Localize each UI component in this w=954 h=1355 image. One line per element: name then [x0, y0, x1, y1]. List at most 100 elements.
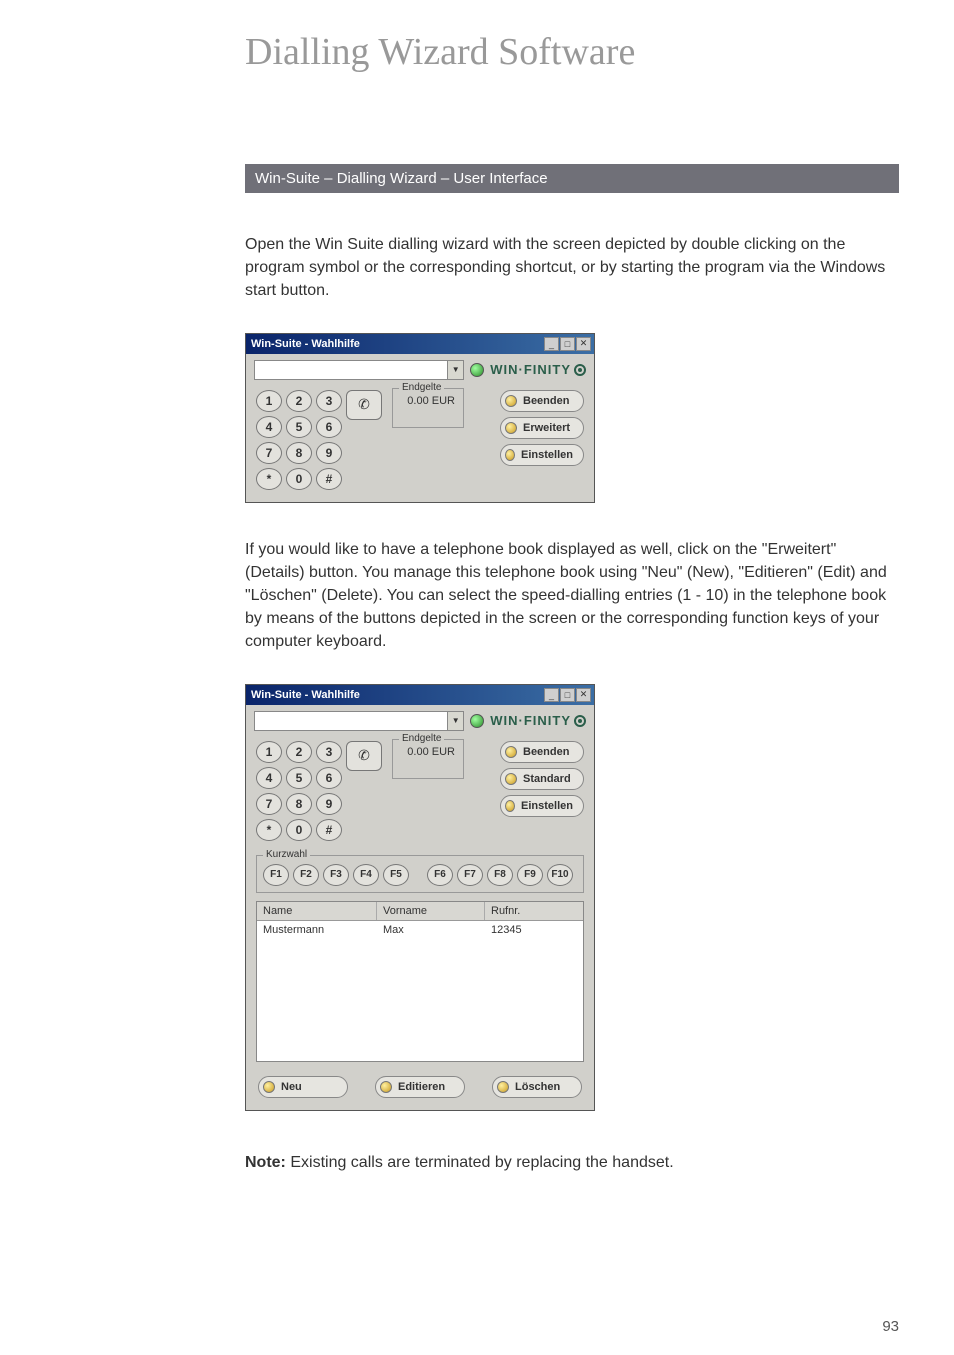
window-title: Win-Suite - Wahlhilfe	[249, 689, 544, 701]
button-led-icon	[380, 1081, 392, 1093]
cell-rufnr: 12345	[485, 921, 583, 939]
number-combobox[interactable]: ▼	[254, 360, 464, 380]
key-9[interactable]: 9	[316, 793, 342, 815]
key-3[interactable]: 3	[316, 741, 342, 763]
phonebook-list[interactable]: Name Vorname Rufnr. Mustermann Max 12345	[256, 901, 584, 1062]
button-led-icon	[505, 422, 517, 434]
brand-bullet-icon	[574, 715, 586, 727]
key-1[interactable]: 1	[256, 741, 282, 763]
key-2[interactable]: 2	[286, 390, 312, 412]
dropdown-arrow-icon[interactable]: ▼	[448, 360, 464, 380]
key-6[interactable]: 6	[316, 767, 342, 789]
key-5[interactable]: 5	[286, 767, 312, 789]
fkey-f8[interactable]: F8	[487, 864, 513, 886]
close-button[interactable]: ✕	[576, 337, 591, 351]
minimize-button[interactable]: _	[544, 337, 559, 351]
key-7[interactable]: 7	[256, 793, 282, 815]
button-led-icon	[505, 449, 515, 461]
key-star[interactable]: *	[256, 819, 282, 841]
fkey-f2[interactable]: F2	[293, 864, 319, 886]
close-button[interactable]: ✕	[576, 688, 591, 702]
dropdown-arrow-icon[interactable]: ▼	[448, 711, 464, 731]
number-combobox[interactable]: ▼	[254, 711, 464, 731]
endgelte-value: 0.00 EUR	[407, 395, 455, 407]
page-number: 93	[882, 1318, 899, 1335]
titlebar: Win-Suite - Wahlhilfe _ □ ✕	[246, 334, 594, 354]
fkey-f4[interactable]: F4	[353, 864, 379, 886]
standard-button[interactable]: Standard	[500, 768, 584, 790]
key-7[interactable]: 7	[256, 442, 282, 464]
kurzwahl-label: Kurzwahl	[263, 849, 310, 860]
key-hash[interactable]: #	[316, 468, 342, 490]
paragraph-1: Open the Win Suite dialling wizard with …	[245, 233, 899, 303]
maximize-button[interactable]: □	[560, 337, 575, 351]
keypad: 1 2 3 4 5 6 7 8 9 * 0 #	[256, 390, 342, 490]
einstellen-button[interactable]: Einstellen	[500, 444, 584, 466]
key-0[interactable]: 0	[286, 468, 312, 490]
erweitert-button[interactable]: Erweitert	[500, 417, 584, 439]
brand-logo: WIN·FINITY	[490, 713, 586, 728]
cell-name: Mustermann	[257, 921, 377, 939]
fkey-f3[interactable]: F3	[323, 864, 349, 886]
col-header-vorname[interactable]: Vorname	[377, 902, 485, 920]
key-4[interactable]: 4	[256, 767, 282, 789]
fkey-f6[interactable]: F6	[427, 864, 453, 886]
beenden-button[interactable]: Beenden	[500, 390, 584, 412]
endgelte-label: Endgelte	[399, 382, 444, 393]
button-led-icon	[505, 800, 515, 812]
table-row[interactable]: Mustermann Max 12345	[257, 921, 583, 939]
fkey-f5[interactable]: F5	[383, 864, 409, 886]
key-1[interactable]: 1	[256, 390, 282, 412]
beenden-button[interactable]: Beenden	[500, 741, 584, 763]
keypad: 1 2 3 4 5 6 7 8 9 * 0 #	[256, 741, 342, 841]
section-header: Win-Suite – Dialling Wizard – User Inter…	[245, 164, 899, 193]
key-0[interactable]: 0	[286, 819, 312, 841]
fkey-f10[interactable]: F10	[547, 864, 573, 886]
status-led-icon	[470, 363, 484, 377]
button-led-icon	[505, 746, 517, 758]
app-window-compact: Win-Suite - Wahlhilfe _ □ ✕ ▼ WIN·FINITY…	[245, 333, 595, 503]
key-5[interactable]: 5	[286, 416, 312, 438]
editieren-button[interactable]: Editieren	[375, 1076, 465, 1098]
paragraph-2: If you would like to have a telephone bo…	[245, 538, 899, 654]
maximize-button[interactable]: □	[560, 688, 575, 702]
minimize-button[interactable]: _	[544, 688, 559, 702]
key-9[interactable]: 9	[316, 442, 342, 464]
col-header-name[interactable]: Name	[257, 902, 377, 920]
loeschen-button[interactable]: Löschen	[492, 1076, 582, 1098]
status-led-icon	[470, 714, 484, 728]
page-title: Dialling Wizard Software	[245, 30, 899, 74]
button-led-icon	[263, 1081, 275, 1093]
note-body: Existing calls are terminated by replaci…	[286, 1154, 674, 1171]
key-4[interactable]: 4	[256, 416, 282, 438]
number-input[interactable]	[254, 711, 448, 731]
key-8[interactable]: 8	[286, 793, 312, 815]
dial-button[interactable]: ✆	[346, 390, 382, 420]
brand-logo: WIN·FINITY	[490, 362, 586, 377]
key-hash[interactable]: #	[316, 819, 342, 841]
app-window-extended: Win-Suite - Wahlhilfe _ □ ✕ ▼ WIN·FINITY…	[245, 684, 595, 1111]
fkey-f9[interactable]: F9	[517, 864, 543, 886]
button-led-icon	[505, 773, 517, 785]
endgelte-label: Endgelte	[399, 733, 444, 744]
key-2[interactable]: 2	[286, 741, 312, 763]
col-header-rufnr[interactable]: Rufnr.	[485, 902, 583, 920]
fkey-f1[interactable]: F1	[263, 864, 289, 886]
key-star[interactable]: *	[256, 468, 282, 490]
neu-button[interactable]: Neu	[258, 1076, 348, 1098]
handset-icon: ✆	[358, 396, 370, 413]
key-8[interactable]: 8	[286, 442, 312, 464]
note-paragraph: Note: Existing calls are terminated by r…	[245, 1151, 899, 1174]
einstellen-button[interactable]: Einstellen	[500, 795, 584, 817]
window-title: Win-Suite - Wahlhilfe	[249, 338, 544, 350]
endgelte-group: Endgelte 0.00 EUR	[392, 739, 464, 779]
button-led-icon	[497, 1081, 509, 1093]
number-input[interactable]	[254, 360, 448, 380]
button-led-icon	[505, 395, 517, 407]
fkey-f7[interactable]: F7	[457, 864, 483, 886]
kurzwahl-group: Kurzwahl F1 F2 F3 F4 F5 F6 F7 F8 F9 F10	[256, 855, 584, 893]
key-3[interactable]: 3	[316, 390, 342, 412]
dial-button[interactable]: ✆	[346, 741, 382, 771]
key-6[interactable]: 6	[316, 416, 342, 438]
list-header: Name Vorname Rufnr.	[257, 902, 583, 921]
